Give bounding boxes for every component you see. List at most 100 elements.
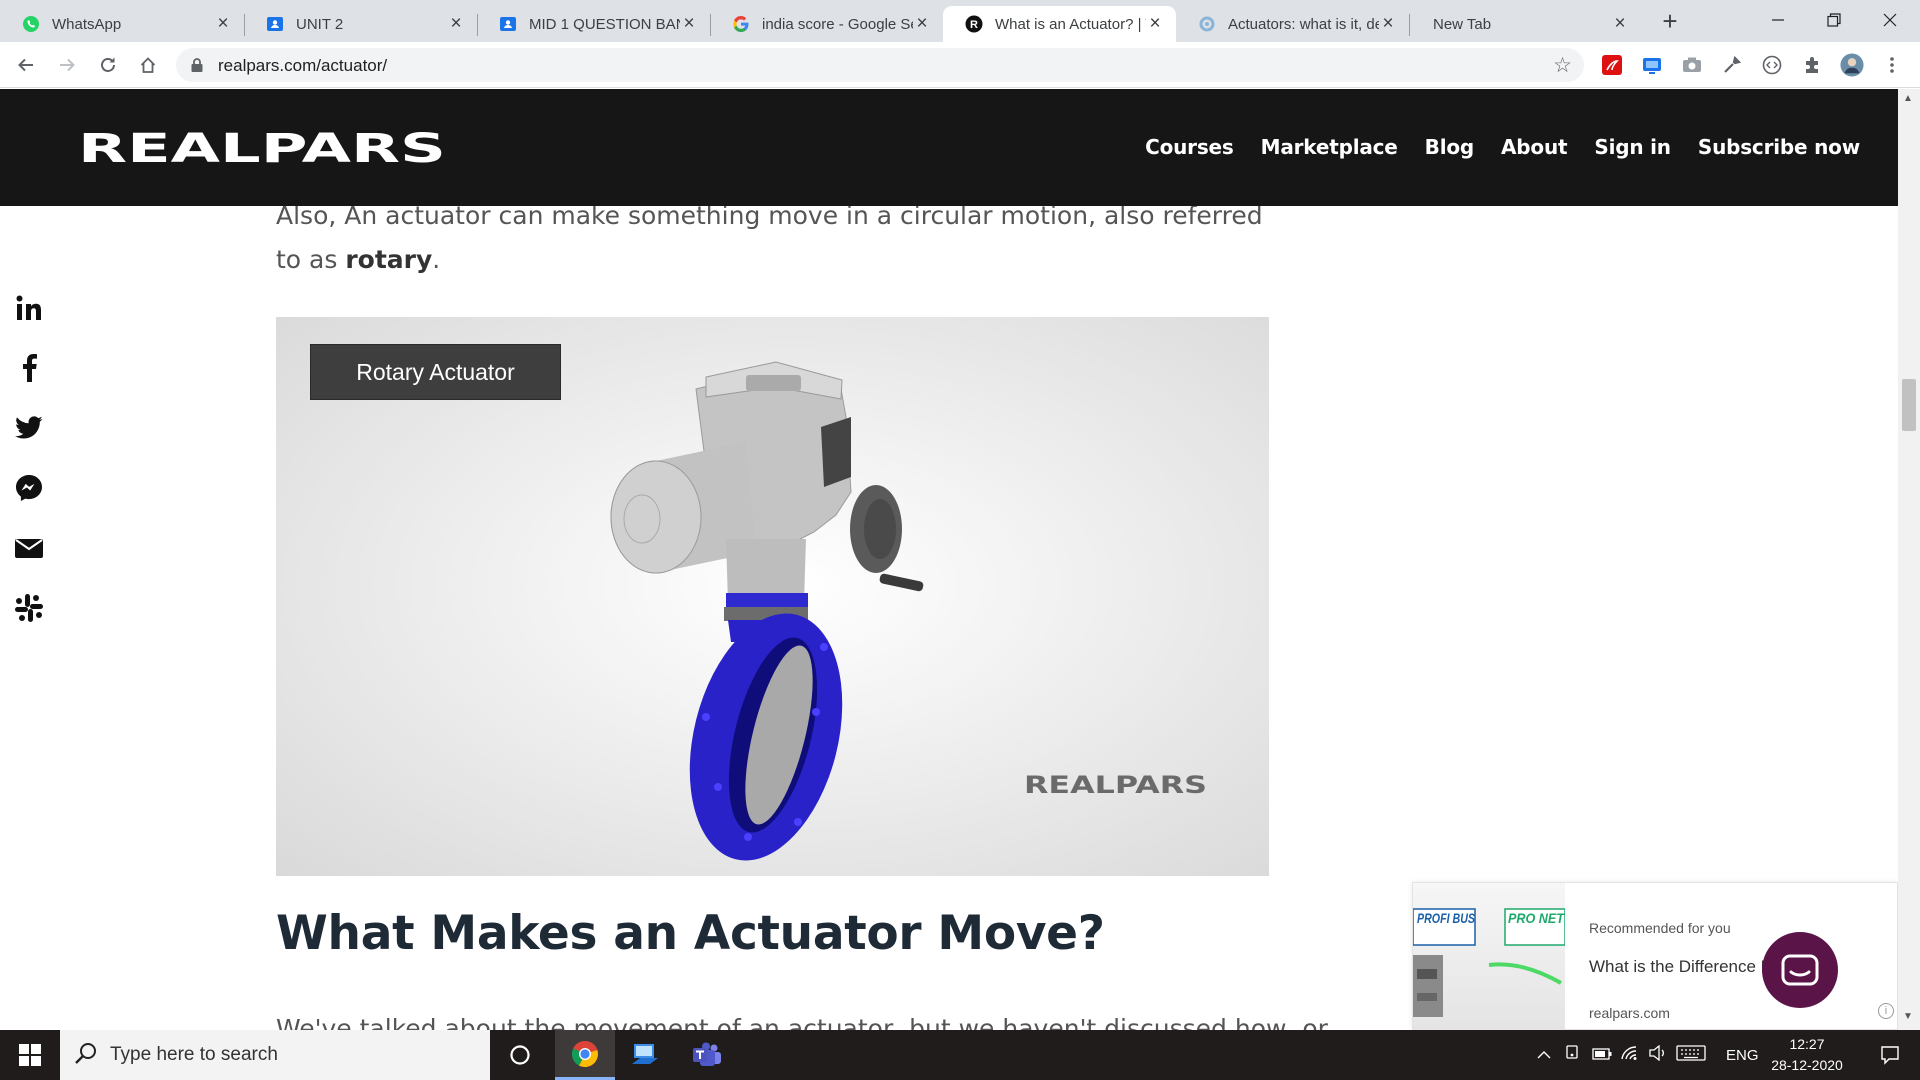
chat-icon — [1781, 954, 1819, 986]
classroom-icon — [499, 15, 517, 33]
tab-title: UNIT 2 — [296, 15, 344, 33]
search-placeholder: Type here to search — [110, 1044, 278, 1065]
chat-launcher-button[interactable] — [1762, 932, 1838, 1008]
tab-whatsapp[interactable]: WhatsApp × — [0, 6, 244, 42]
linkedin-icon[interactable] — [14, 294, 44, 322]
screen-capture-extension-icon[interactable] — [1640, 53, 1664, 77]
address-bar[interactable]: realpars.com/actuator/ ☆ — [176, 48, 1584, 82]
messenger-icon[interactable] — [14, 474, 44, 502]
restore-icon[interactable] — [1806, 0, 1862, 40]
recommendation-domain: realpars.com — [1589, 1005, 1670, 1021]
intro-paragraph: Also, An actuator can make something mov… — [276, 206, 1276, 282]
tab-mid-1-question-bank[interactable]: MID 1 QUESTION BANK × — [477, 6, 710, 42]
nav-about[interactable]: About — [1501, 135, 1568, 159]
camera-extension-icon[interactable] — [1680, 53, 1704, 77]
facebook-icon[interactable] — [14, 354, 44, 382]
realpars-icon: R — [965, 15, 983, 33]
home-icon[interactable] — [134, 51, 162, 79]
close-icon[interactable]: × — [447, 14, 465, 33]
scroll-down-arrow-icon[interactable]: ▼ — [1903, 1011, 1913, 1022]
nav-blog[interactable]: Blog — [1425, 135, 1475, 159]
notifications-icon[interactable] — [1862, 1030, 1918, 1080]
intro-end-text: . — [432, 245, 441, 274]
page-scrollbar[interactable]: ▲ ▼ — [1898, 89, 1920, 1030]
close-icon[interactable]: × — [680, 14, 698, 33]
search-icon — [75, 1043, 96, 1064]
twitter-icon[interactable] — [14, 414, 44, 442]
section-heading: What Makes an Actuator Move? — [276, 906, 1105, 961]
url-text: realpars.com/actuator/ — [218, 56, 388, 75]
teams-taskbar-icon[interactable] — [677, 1030, 737, 1080]
next-paragraph: We've talked about the movement of an ac… — [276, 1014, 1328, 1030]
nav-subscribe-now[interactable]: Subscribe now — [1698, 135, 1860, 159]
site-header: REALPARS Courses Marketplace Blog About … — [0, 89, 1898, 206]
article-content: Also, An actuator can make something mov… — [0, 206, 1898, 1030]
profile-avatar[interactable] — [1840, 53, 1864, 77]
eyedropper-extension-icon[interactable] — [1720, 53, 1744, 77]
main-navigation: Courses Marketplace Blog About Sign in S… — [1145, 135, 1860, 159]
chrome-taskbar-icon[interactable] — [555, 1030, 615, 1080]
show-hidden-icons-chevron-icon[interactable] — [1532, 1047, 1556, 1064]
volume-icon[interactable] — [1648, 1044, 1676, 1065]
tab-title: india score - Google Search — [762, 15, 913, 33]
back-icon[interactable] — [12, 51, 40, 79]
recommendation-label: Recommended for you — [1589, 920, 1731, 936]
taskbar-search-box[interactable]: Type here to search — [60, 1030, 490, 1080]
language-indicator[interactable]: ENG — [1726, 1047, 1759, 1064]
close-icon[interactable]: × — [913, 14, 931, 33]
new-tab-button[interactable]: + — [1656, 8, 1684, 36]
tab-title: New Tab — [1433, 15, 1492, 33]
thumbnail-text-right: PRO NET — [1508, 910, 1565, 926]
bookmark-star-icon[interactable]: ☆ — [1553, 53, 1572, 78]
close-window-icon[interactable] — [1862, 0, 1918, 40]
close-icon[interactable]: × — [1379, 14, 1397, 33]
nav-courses[interactable]: Courses — [1145, 135, 1234, 159]
realpars-logo[interactable]: REALPARS — [78, 126, 448, 172]
forward-icon[interactable] — [53, 51, 81, 79]
tab-title: Actuators: what is it, definition — [1228, 15, 1379, 33]
reload-icon[interactable] — [94, 51, 122, 79]
close-icon[interactable]: × — [1146, 14, 1164, 33]
nav-sign-in[interactable]: Sign in — [1594, 135, 1671, 159]
rotary-actuator-image: Rotary Actuator REALPARS — [276, 317, 1269, 876]
slack-icon[interactable] — [14, 594, 44, 622]
social-share-bar — [14, 294, 44, 622]
desktop-app-taskbar-icon[interactable] — [615, 1030, 675, 1080]
actuator-site-icon — [1198, 15, 1216, 33]
tab-google-search[interactable]: india score - Google Search × — [710, 6, 943, 42]
tab-new-tab[interactable]: New Tab × — [1409, 6, 1641, 42]
tab-title: WhatsApp — [52, 15, 122, 33]
windows-taskbar: Type here to search ENG 12:27 28-12-2020 — [0, 1030, 1920, 1080]
extensions-puzzle-icon[interactable] — [1800, 53, 1824, 77]
device-meetnow-icon[interactable] — [1564, 1045, 1592, 1065]
google-icon — [732, 15, 750, 33]
logo-text: REALPARS — [78, 129, 446, 165]
recommendation-thumbnail: PROFI BUS PRO NET — [1413, 883, 1565, 1030]
acrobat-extension-icon[interactable] — [1600, 53, 1624, 77]
cortana-icon[interactable] — [490, 1030, 550, 1080]
tab-strip: WhatsApp × UNIT 2 × MID 1 QUESTION BANK … — [0, 0, 1920, 42]
minimize-icon[interactable] — [1750, 0, 1806, 40]
scroll-up-arrow-icon[interactable]: ▲ — [1903, 93, 1913, 104]
figure-watermark-logo: REALPARS — [1024, 771, 1209, 801]
scroll-thumb[interactable] — [1902, 379, 1916, 431]
svg-text:R: R — [970, 19, 978, 31]
tab-what-is-an-actuator[interactable]: R What is an Actuator? | The × — [943, 6, 1176, 42]
tab-unit-2[interactable]: UNIT 2 × — [244, 6, 477, 42]
nav-marketplace[interactable]: Marketplace — [1261, 135, 1398, 159]
chrome-menu-icon[interactable] — [1880, 53, 1904, 77]
tab-actuators-definition[interactable]: Actuators: what is it, definition × — [1176, 6, 1409, 42]
taskbar-clock[interactable]: 12:27 28-12-2020 — [1762, 1034, 1852, 1076]
info-icon[interactable]: i — [1878, 1003, 1894, 1019]
touch-keyboard-icon[interactable] — [1676, 1045, 1716, 1065]
email-icon[interactable] — [14, 534, 44, 562]
tab-title: What is an Actuator? | The — [995, 15, 1146, 33]
battery-icon[interactable] — [1592, 1047, 1620, 1064]
whatsapp-icon — [22, 15, 40, 33]
close-icon[interactable]: × — [1611, 14, 1629, 33]
intro-bold-text: rotary — [345, 245, 433, 274]
close-icon[interactable]: × — [214, 14, 232, 33]
windows-start-icon[interactable] — [0, 1030, 60, 1080]
code-extension-icon[interactable] — [1760, 53, 1784, 77]
wifi-icon[interactable] — [1620, 1045, 1648, 1065]
